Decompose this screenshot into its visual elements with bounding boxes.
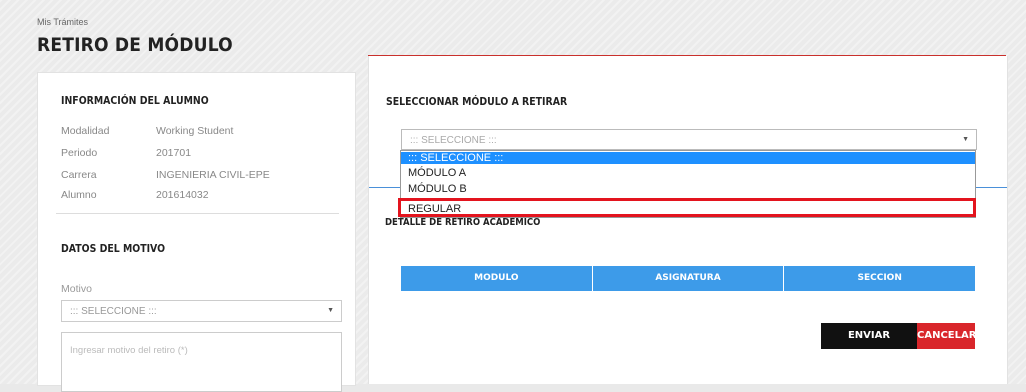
column-header: ASIGNATURA	[593, 266, 785, 291]
dropdown-option[interactable]: MÓDULO B	[401, 183, 975, 195]
info-value: 201701	[156, 147, 192, 159]
student-info-card: INFORMACIÓN DEL ALUMNO Modalidad Working…	[37, 72, 356, 392]
motivo-select-value: ::: SELECCIONE :::	[70, 306, 157, 317]
motivo-select[interactable]: ::: SELECCIONE ::: ▼	[61, 300, 342, 322]
chevron-down-icon: ▼	[327, 307, 334, 314]
dropdown-option[interactable]: MÓDULO A	[401, 167, 975, 179]
student-info-title: INFORMACIÓN DEL ALUMNO	[61, 94, 209, 107]
module-select[interactable]: ::: SELECCIONE ::: ▼	[401, 129, 977, 150]
info-label: Carrera	[61, 169, 97, 181]
detail-table-header: MODULO ASIGNATURA SECCION	[401, 266, 975, 291]
send-request-button[interactable]: ENVIAR SOLICITUD	[821, 323, 917, 367]
info-label: Modalidad	[61, 125, 110, 137]
module-select-title: SELECCIONAR MÓDULO A RETIRAR	[386, 95, 568, 108]
highlight-outline	[398, 198, 976, 217]
textarea-placeholder: Ingresar motivo del retiro (*)	[70, 345, 188, 356]
column-header: MODULO	[401, 266, 593, 291]
reason-title: DATOS DEL MOTIVO	[61, 242, 166, 255]
cancel-button[interactable]: CANCELAR	[917, 323, 976, 349]
dropdown-option[interactable]: ::: SELECCIONE :::	[401, 152, 975, 164]
info-label: Alumno	[61, 189, 97, 201]
module-select-value: ::: SELECCIONE :::	[410, 135, 497, 146]
info-value: 201614032	[156, 189, 209, 201]
info-value: INGENIERIA CIVIL-EPE	[156, 169, 270, 181]
page-title: RETIRO DE MÓDULO	[37, 34, 233, 56]
info-value: Working Student	[156, 125, 234, 137]
column-header: SECCION	[857, 273, 902, 283]
chevron-down-icon: ▼	[962, 136, 969, 143]
motivo-label: Motivo	[61, 283, 92, 295]
breadcrumb[interactable]: Mis Trámites	[37, 17, 88, 27]
info-label: Periodo	[61, 147, 98, 159]
detail-title: DETALLE DE RETIRO ACADÉMICO	[385, 217, 541, 228]
section-divider	[56, 213, 339, 214]
motivo-textarea[interactable]: Ingresar motivo del retiro (*)	[61, 332, 342, 392]
